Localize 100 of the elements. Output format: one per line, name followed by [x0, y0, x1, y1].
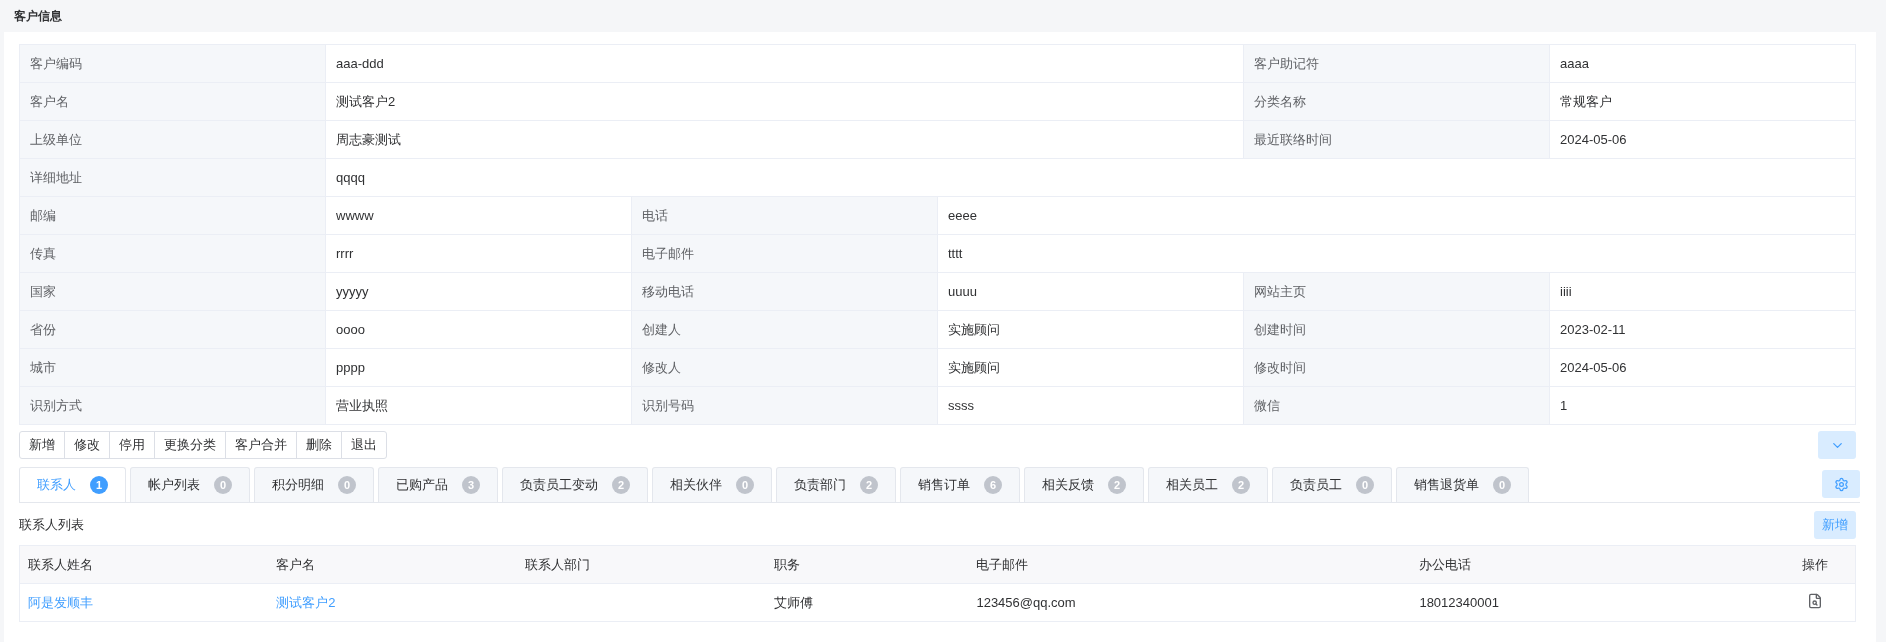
- toolbar-button[interactable]: 删除: [296, 431, 342, 459]
- field-value: 营业执照: [325, 386, 632, 425]
- tab-label: 相关员工: [1166, 476, 1218, 494]
- field-value: 常规客户: [1549, 82, 1856, 121]
- field-label: 电子邮件: [631, 234, 938, 273]
- tab-label: 销售退货单: [1414, 476, 1479, 494]
- field-label: 最近联络时间: [1243, 120, 1550, 159]
- count-badge: 0: [736, 476, 754, 494]
- field-value: 周志豪测试: [325, 120, 1244, 159]
- tab-label: 销售订单: [918, 476, 970, 494]
- field-label: 邮编: [19, 196, 326, 235]
- field-value: aaaa: [1549, 44, 1856, 83]
- tab-label: 负责员工变动: [520, 476, 598, 494]
- field-label: 识别号码: [631, 386, 938, 425]
- column-header: 联系人部门: [516, 545, 766, 584]
- column-header: 职务: [765, 545, 969, 584]
- tab-label: 已购产品: [396, 476, 448, 494]
- count-badge: 2: [1232, 476, 1250, 494]
- field-label: 修改时间: [1243, 348, 1550, 387]
- settings-icon: [1833, 476, 1849, 492]
- field-value: 实施顾问: [937, 348, 1244, 387]
- tab[interactable]: 负责员工变动 2: [502, 467, 648, 502]
- tab[interactable]: 负责员工 0: [1272, 467, 1392, 502]
- field-label: 移动电话: [631, 272, 938, 311]
- field-value: qqqq: [325, 158, 1856, 197]
- toolbar-button[interactable]: 客户合并: [225, 431, 297, 459]
- column-header: 联系人姓名: [19, 545, 269, 584]
- field-label: 修改人: [631, 348, 938, 387]
- field-label: 客户编码: [19, 44, 326, 83]
- field-value: aaa-ddd: [325, 44, 1244, 83]
- column-header: 客户名: [268, 545, 517, 584]
- count-badge: 2: [1108, 476, 1126, 494]
- count-badge: 0: [1356, 476, 1374, 494]
- field-value: 2024-05-06: [1549, 348, 1856, 387]
- settings-button[interactable]: [1822, 470, 1860, 498]
- column-header: 电子邮件: [968, 545, 1412, 584]
- tab-label: 负责员工: [1290, 476, 1342, 494]
- tab[interactable]: 帐户列表 0: [130, 467, 250, 502]
- field-label: 分类名称: [1243, 82, 1550, 121]
- tab-label: 相关伙伴: [670, 476, 722, 494]
- field-value: oooo: [325, 310, 632, 349]
- field-value: yyyyy: [325, 272, 632, 311]
- tab[interactable]: 负责部门 2: [776, 467, 896, 502]
- table-cell: 艾师傅: [773, 594, 813, 610]
- tab-label: 负责部门: [794, 476, 846, 494]
- field-label: 上级单位: [19, 120, 326, 159]
- tab[interactable]: 相关伙伴 0: [652, 467, 772, 502]
- field-value: ssss: [937, 386, 1244, 425]
- list-title: 联系人列表: [19, 516, 84, 534]
- toolbar-button[interactable]: 新增: [19, 431, 65, 459]
- toolbar-button[interactable]: 修改: [64, 431, 110, 459]
- tab-label: 相关反馈: [1042, 476, 1094, 494]
- field-value: 2023-02-11: [1549, 310, 1856, 349]
- toolbar-button[interactable]: 停用: [109, 431, 155, 459]
- count-badge: 0: [338, 476, 356, 494]
- field-label: 详细地址: [19, 158, 326, 197]
- field-value: 实施顾问: [937, 310, 1244, 349]
- field-value: 测试客户2: [325, 82, 1244, 121]
- tab[interactable]: 相关员工 2: [1148, 467, 1268, 502]
- view-document-icon[interactable]: [1806, 593, 1823, 609]
- tab[interactable]: 销售订单 6: [900, 467, 1020, 502]
- field-value: eeee: [937, 196, 1856, 235]
- field-label: 客户助记符: [1243, 44, 1550, 83]
- field-value: 1: [1549, 386, 1856, 425]
- field-label: 城市: [19, 348, 326, 387]
- tab[interactable]: 已购产品 3: [378, 467, 498, 502]
- field-label: 国家: [19, 272, 326, 311]
- field-label: 网站主页: [1243, 272, 1550, 311]
- field-value: uuuu: [937, 272, 1244, 311]
- count-badge: 0: [214, 476, 232, 494]
- count-badge: 2: [612, 476, 630, 494]
- tab[interactable]: 积分明细 0: [254, 467, 374, 502]
- field-label: 电话: [631, 196, 938, 235]
- tab-label: 联系人: [37, 476, 76, 494]
- tab-label: 帐户列表: [148, 476, 200, 494]
- field-value: iiii: [1549, 272, 1856, 311]
- column-header: 操作: [1774, 545, 1856, 584]
- field-label: 省份: [19, 310, 326, 349]
- toolbar-button[interactable]: 退出: [341, 431, 387, 459]
- field-value: rrrr: [325, 234, 632, 273]
- field-label: 识别方式: [19, 386, 326, 425]
- count-badge: 6: [984, 476, 1002, 494]
- tab[interactable]: 销售退货单 0: [1396, 467, 1529, 502]
- tab[interactable]: 相关反馈 2: [1024, 467, 1144, 502]
- field-value: pppp: [325, 348, 632, 387]
- toolbar-button[interactable]: 更换分类: [154, 431, 226, 459]
- collapse-button[interactable]: [1818, 431, 1856, 459]
- count-badge: 0: [1493, 476, 1511, 494]
- count-badge: 3: [462, 476, 480, 494]
- count-badge: 2: [860, 476, 878, 494]
- field-label: 创建时间: [1243, 310, 1550, 349]
- column-header: 办公电话: [1411, 545, 1775, 584]
- field-value: 2024-05-06: [1549, 120, 1856, 159]
- table-cell: 18012340001: [1419, 595, 1499, 610]
- field-label: 客户名: [19, 82, 326, 121]
- field-label: 创建人: [631, 310, 938, 349]
- table-cell: 123456@qq.com: [976, 595, 1076, 610]
- field-value: tttt: [937, 234, 1856, 273]
- field-label: 微信: [1243, 386, 1550, 425]
- field-label: 传真: [19, 234, 326, 273]
